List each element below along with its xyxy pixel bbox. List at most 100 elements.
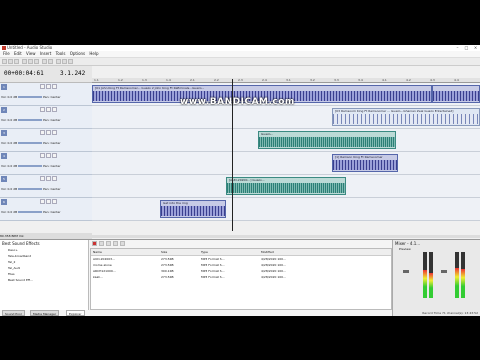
file-row[interactable]: kaali... 273.5KB MP3 Format S... 4/28/20… <box>91 274 391 280</box>
mixer-panel: Mixer - 4.1... Preview <box>392 240 480 316</box>
track-lane[interactable]: [1] Ramson King Ft Ramsoomer <box>92 152 480 175</box>
track-header[interactable]: 2 Vol: 0.0 dB Pan: Center <box>0 106 92 129</box>
solo-button[interactable] <box>46 130 51 135</box>
track-header[interactable]: 1 Vol: 0.0 dB Pan: Center <box>0 83 92 106</box>
column-header-type[interactable]: Type <box>201 249 208 255</box>
ruler-mark: 2.4 <box>262 78 267 82</box>
stop-icon[interactable] <box>99 241 104 246</box>
menu-edit[interactable]: Edit <box>14 51 22 57</box>
tab-sound-pool[interactable]: Sound Pool <box>2 310 25 316</box>
record-arm-button[interactable] <box>52 130 57 135</box>
menu-bar: File Edit View Insert Tools Options Help <box>0 51 480 58</box>
folder-node[interactable]: Best Sound Eff... <box>8 278 33 282</box>
mute-button[interactable] <box>40 176 45 181</box>
track-lane[interactable]: Guazo... <box>92 129 480 152</box>
mute-button[interactable] <box>40 130 45 135</box>
mute-button[interactable] <box>40 107 45 112</box>
folder-node[interactable]: Desc+ <box>8 248 18 252</box>
cut-icon[interactable] <box>22 59 27 64</box>
menu-help[interactable]: Help <box>89 51 98 57</box>
audio-clip[interactable]: Guazo... <box>258 131 396 149</box>
volume-slider[interactable] <box>18 142 43 144</box>
track-header[interactable]: 3 Vol: 0.0 dB Pan: Center <box>0 129 92 152</box>
rewind-icon[interactable] <box>113 241 118 246</box>
column-header-size[interactable]: Size <box>161 249 167 255</box>
menu-insert[interactable]: Insert <box>40 51 51 57</box>
solo-button[interactable] <box>46 199 51 204</box>
undo-icon[interactable] <box>42 59 47 64</box>
tab-explorer[interactable]: Explorer <box>66 310 85 316</box>
master-fader[interactable] <box>441 270 447 273</box>
new-icon[interactable] <box>2 59 7 64</box>
ruler-mark: 4.4 <box>454 78 459 82</box>
forward-icon[interactable] <box>120 241 125 246</box>
audio-clip[interactable]: Get into the ring <box>160 200 226 218</box>
cursor-tool-icon[interactable] <box>56 59 61 64</box>
clip-label: [AUD-20200...] Guazo... <box>229 178 265 182</box>
track-lane[interactable]: [03 Ramsoom King Ft Ramsoomer ... Guazo.… <box>92 106 480 129</box>
audio-clip[interactable]: [1] Ramson King Ft Ramsoomer <box>332 154 398 172</box>
pan-label: Pan: Center <box>43 164 61 168</box>
file-list: Name Size Type Modified AUD-202003... 27… <box>90 248 392 310</box>
audio-clip[interactable]: [03 Ramsoom King Ft Ramsoomer ... Guazo.… <box>332 108 480 126</box>
solo-button[interactable] <box>46 84 51 89</box>
menu-view[interactable]: View <box>26 51 36 57</box>
menu-options[interactable]: Options <box>70 51 85 57</box>
audio-clip[interactable]: [AUD-20200...] Guazo... <box>226 177 346 195</box>
volume-slider[interactable] <box>18 96 43 98</box>
tab-media-manager[interactable]: Media Manager <box>30 310 60 316</box>
volume-slider[interactable] <box>18 211 43 213</box>
file-name: kaali... <box>93 275 103 279</box>
track-lane[interactable]: [AUD-20200...] Guazo... <box>92 175 480 198</box>
column-header-modified[interactable]: Modified <box>261 249 274 255</box>
solo-button[interactable] <box>46 107 51 112</box>
clip-waveform <box>333 114 479 124</box>
volume-slider[interactable] <box>18 119 43 121</box>
audio-clip[interactable] <box>432 85 480 103</box>
pan-label: Pan: Center <box>43 187 61 191</box>
folder-node[interactable]: Tele-broadband <box>8 254 31 258</box>
track-controls: Vol: 0.0 dB Pan: Center <box>1 186 91 192</box>
volume-slider[interactable] <box>18 165 43 167</box>
ruler-mark: 2.1 <box>190 78 195 82</box>
record-arm-button[interactable] <box>52 199 57 204</box>
track-lane[interactable]: Get into the ring <box>92 198 480 221</box>
copy-icon[interactable] <box>28 59 33 64</box>
solo-button[interactable] <box>46 153 51 158</box>
folder-node[interactable]: Files <box>8 272 15 276</box>
record-arm-button[interactable] <box>52 153 57 158</box>
bpm-label: BPM <box>11 234 18 238</box>
clip-label: [01 John King Ft Ramsoomer... Guazo 2 Jo… <box>95 86 205 90</box>
preview-fader[interactable] <box>403 270 409 273</box>
save-icon[interactable] <box>14 59 19 64</box>
track-header[interactable]: 4 Vol: 0.0 dB Pan: Center <box>0 152 92 175</box>
record-arm-button[interactable] <box>52 176 57 181</box>
mute-button[interactable] <box>40 199 45 204</box>
pan-label: Pan: Center <box>43 141 61 145</box>
record-arm-button[interactable] <box>52 84 57 89</box>
ruler-mark: 3.4 <box>358 78 363 82</box>
folder-node[interactable]: Tel_2 <box>8 260 15 264</box>
zoom-tool-icon[interactable] <box>68 59 73 64</box>
split-tool-icon[interactable] <box>62 59 67 64</box>
menu-file[interactable]: File <box>3 51 10 57</box>
track-header[interactable]: 6 Vol: 0.0 dB Pan: Center <box>0 198 92 221</box>
record-icon[interactable] <box>92 241 97 246</box>
play-icon[interactable] <box>106 241 111 246</box>
record-arm-button[interactable] <box>52 107 57 112</box>
redo-icon[interactable] <box>48 59 53 64</box>
mute-button[interactable] <box>40 153 45 158</box>
volume-slider[interactable] <box>18 188 43 190</box>
clip-waveform <box>333 160 397 170</box>
menu-tools[interactable]: Tools <box>56 51 66 57</box>
column-header-name[interactable]: Name <box>93 249 102 255</box>
open-icon[interactable] <box>8 59 13 64</box>
paste-icon[interactable] <box>34 59 39 64</box>
mute-button[interactable] <box>40 84 45 89</box>
track-controls: Vol: 0.0 dB Pan: Center <box>1 140 91 146</box>
track-controls: Vol: 0.0 dB Pan: Center <box>1 117 91 123</box>
folder-node[interactable]: Tel_Audi <box>8 266 20 270</box>
solo-button[interactable] <box>46 176 51 181</box>
horizontal-scrollbar[interactable] <box>92 235 480 238</box>
track-header[interactable]: 5 Vol: 0.0 dB Pan: Center <box>0 175 92 198</box>
